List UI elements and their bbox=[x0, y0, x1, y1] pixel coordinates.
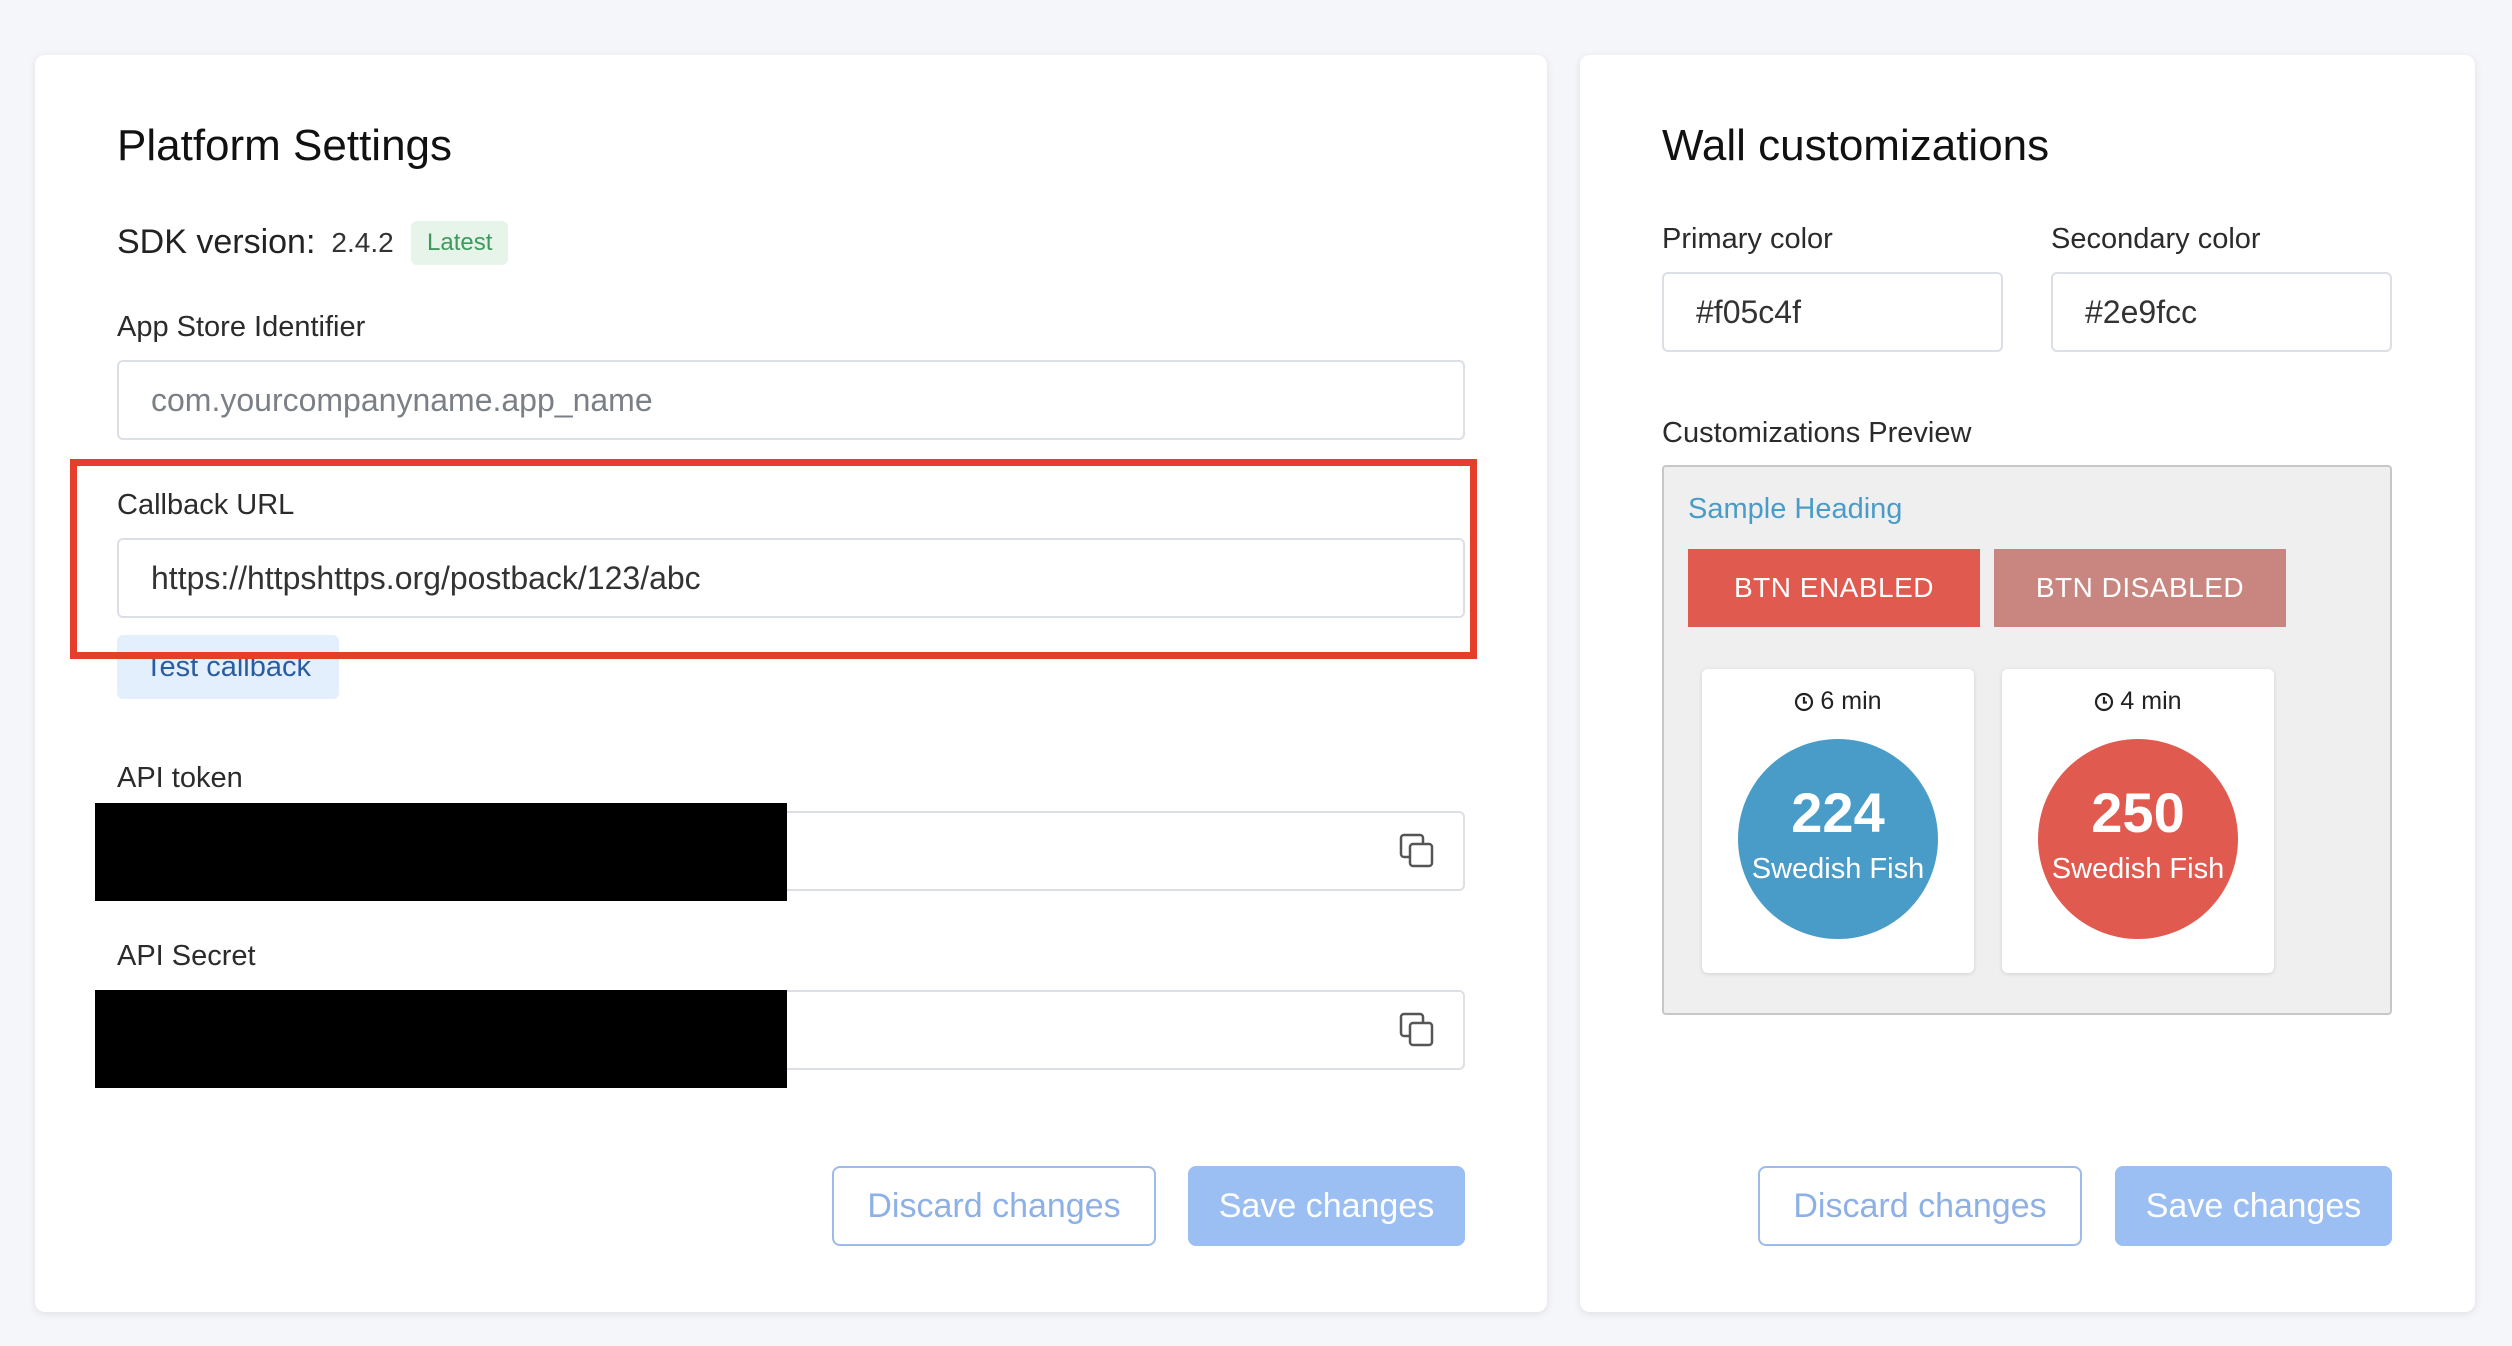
copy-icon[interactable] bbox=[1397, 831, 1437, 871]
offer-time-text: 6 min bbox=[1820, 687, 1882, 715]
save-changes-button[interactable]: Save changes bbox=[1188, 1166, 1465, 1246]
discard-changes-button[interactable]: Discard changes bbox=[832, 1166, 1156, 1246]
preview-btn-disabled: BTN DISABLED bbox=[1994, 549, 2286, 627]
secondary-color-input[interactable]: #2e9fcc bbox=[2051, 272, 2392, 352]
preview-sample-heading: Sample Heading bbox=[1688, 493, 1903, 525]
primary-color-input[interactable]: #f05c4f bbox=[1662, 272, 2003, 352]
app-store-identifier-label: App Store Identifier bbox=[117, 311, 366, 343]
offer-amount: 250 bbox=[2091, 780, 2185, 844]
offer-time: 4 min bbox=[2002, 687, 2274, 716]
wall-customizations-card: Wall customizations Primary color #f05c4… bbox=[1580, 55, 2475, 1312]
sdk-version-row: SDK version: 2.4.2 bbox=[117, 223, 394, 262]
clock-icon bbox=[2095, 692, 2114, 711]
offer-reward-circle: 224 Swedish Fish bbox=[1738, 739, 1938, 939]
offer-card[interactable]: 6 min 224 Swedish Fish bbox=[1702, 669, 1974, 973]
customizations-preview: Sample Heading BTN ENABLED BTN DISABLED … bbox=[1662, 465, 2392, 1015]
primary-color-label: Primary color bbox=[1662, 223, 1833, 255]
api-token-redaction bbox=[95, 803, 787, 901]
clock-icon bbox=[1795, 692, 1814, 711]
customizations-preview-label: Customizations Preview bbox=[1662, 417, 1972, 449]
callback-highlight-box bbox=[70, 459, 1477, 659]
api-token-label: API token bbox=[117, 762, 243, 794]
app-store-identifier-input[interactable]: com.yourcompanyname.app_name bbox=[117, 360, 1465, 440]
api-secret-label: API Secret bbox=[117, 940, 256, 972]
preview-btn-enabled[interactable]: BTN ENABLED bbox=[1688, 549, 1980, 627]
platform-settings-title: Platform Settings bbox=[117, 121, 453, 170]
offer-reward-circle: 250 Swedish Fish bbox=[2038, 739, 2238, 939]
offer-time: 6 min bbox=[1702, 687, 1974, 716]
copy-icon[interactable] bbox=[1397, 1010, 1437, 1050]
sdk-version-label: SDK version: bbox=[117, 223, 316, 261]
offer-time-text: 4 min bbox=[2120, 687, 2182, 715]
wall-customizations-title: Wall customizations bbox=[1662, 121, 2050, 170]
offer-amount: 224 bbox=[1791, 780, 1885, 844]
offer-card[interactable]: 4 min 250 Swedish Fish bbox=[2002, 669, 2274, 973]
api-secret-redaction bbox=[95, 990, 787, 1088]
platform-settings-card: Platform Settings SDK version: 2.4.2 Lat… bbox=[35, 55, 1547, 1312]
sdk-version-value: 2.4.2 bbox=[331, 226, 394, 258]
secondary-color-label: Secondary color bbox=[2051, 223, 2261, 255]
sdk-latest-badge: Latest bbox=[411, 221, 509, 265]
offer-currency: Swedish Fish bbox=[2051, 852, 2225, 885]
wall-save-changes-button[interactable]: Save changes bbox=[2115, 1166, 2392, 1246]
wall-discard-changes-button[interactable]: Discard changes bbox=[1758, 1166, 2082, 1246]
offer-currency: Swedish Fish bbox=[1751, 852, 1925, 885]
